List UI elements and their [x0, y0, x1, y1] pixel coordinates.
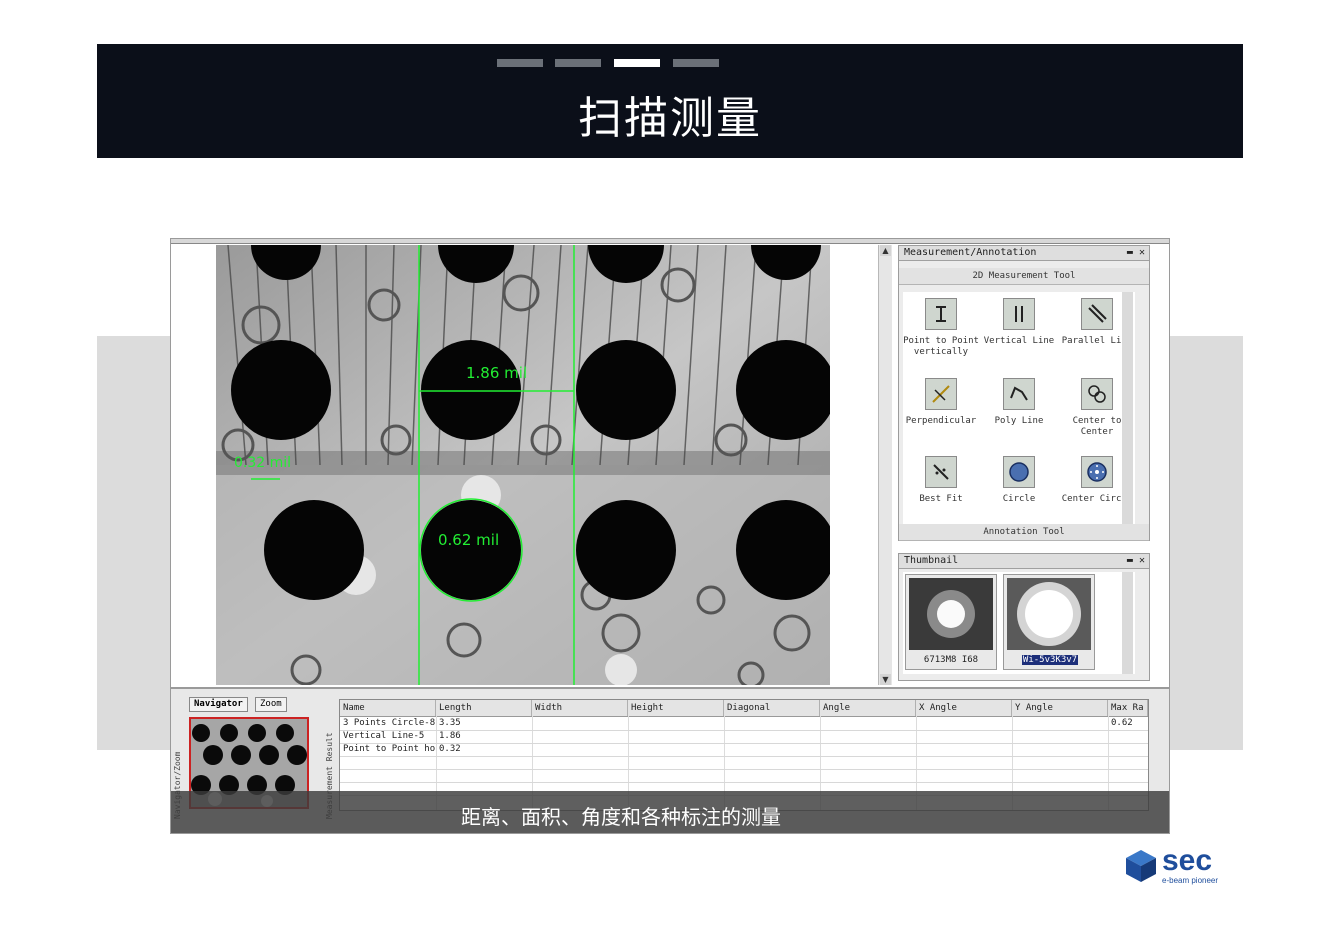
thumbnail-panel: Thumbnail ▬ ✕ 6713M8 I68 Wi-5v3K3v7	[898, 553, 1150, 681]
panel-title: Measurement/Annotation ▬ ✕	[899, 246, 1149, 261]
tool-poly-line[interactable]: Poly Line	[981, 372, 1057, 450]
table-row[interactable]: Point to Point ho... 0.32	[340, 743, 1148, 757]
logo-word: sec	[1162, 844, 1213, 877]
panel-controls: ▬ ✕	[1127, 554, 1145, 568]
tool-label: Perpendicular	[905, 416, 977, 426]
close-icon[interactable]: ✕	[1139, 247, 1145, 258]
measure-label-circle: 0.62 mil	[438, 531, 499, 549]
table-row-empty	[340, 756, 1148, 770]
column-header[interactable]: X Angle	[916, 700, 1012, 716]
tool-point-to-point[interactable]: Point to Point vertically	[903, 292, 979, 370]
table-cell: 3 Points Circle-8	[343, 718, 436, 728]
logo-cube-icon	[1126, 850, 1156, 882]
table-cell: 1.86	[439, 731, 461, 741]
table-row-empty	[340, 769, 1148, 783]
thumbnail-image	[909, 578, 993, 650]
column-header[interactable]: Height	[628, 700, 724, 716]
tab-zoom[interactable]: Zoom	[255, 697, 287, 712]
annotation-tool-header[interactable]: Annotation Tool	[899, 524, 1149, 541]
column-header[interactable]: Width	[532, 700, 628, 716]
close-icon[interactable]: ✕	[1139, 555, 1145, 566]
slide-header: 扫描测量	[97, 44, 1243, 158]
table-row[interactable]: Vertical Line-5 1.86	[340, 730, 1148, 744]
slide-title: 扫描测量	[578, 93, 762, 144]
tool-best-fit[interactable]: Best Fit	[903, 450, 979, 528]
image-vertical-scrollbar[interactable]: ▲ ▼	[878, 245, 892, 685]
table-cell: Point to Point ho...	[343, 744, 436, 754]
measure-label-distance: 0.32 mil	[234, 455, 291, 471]
minimize-icon[interactable]: ▬	[1127, 555, 1133, 566]
page-dot-2	[555, 59, 601, 67]
panel-title-text: Thumbnail	[904, 555, 959, 566]
vertical-line-icon	[1003, 298, 1035, 330]
caption-bar: 距离、面积、角度和各种标注的测量	[171, 791, 1169, 833]
window-top-edge	[171, 239, 1169, 244]
logo-tagline: e-beam pioneer	[1162, 876, 1219, 885]
thumbnail-list: 6713M8 I68 Wi-5v3K3v7	[903, 572, 1135, 674]
column-header[interactable]: Name	[340, 700, 436, 716]
tool-label: Vertical Line	[983, 336, 1055, 346]
thumbnail-item[interactable]: 6713M8 I68	[905, 574, 997, 670]
thumbnail-caption: 6713M8 I68	[923, 655, 979, 665]
measurement-annotation-panel: Measurement/Annotation ▬ ✕ 2D Measuremen…	[898, 245, 1150, 541]
point-to-point-icon	[925, 298, 957, 330]
table-cell: 0.62	[1111, 718, 1133, 728]
sec-logo: sec e-beam pioneer	[1124, 844, 1228, 888]
tool-label: Point to Point vertically	[903, 336, 979, 357]
xray-image: 1.86 mil 0.32 mil 0.62 mil	[216, 245, 830, 685]
table-cell: Vertical Line-5	[343, 731, 425, 741]
column-header[interactable]: Angle	[820, 700, 916, 716]
thumbnail-scrollbar[interactable]	[1122, 572, 1133, 674]
measure-label-length: 1.86 mil	[466, 364, 527, 382]
center-circle-icon	[1081, 456, 1113, 488]
page-dot-3-active	[614, 59, 660, 67]
software-screenshot: 1.86 mil 0.32 mil 0.62 mil ▲ ▼ Measureme…	[170, 238, 1170, 834]
panel-title-text: Measurement/Annotation	[904, 247, 1037, 258]
table-row[interactable]: 3 Points Circle-8 3.35 0.62	[340, 717, 1148, 731]
table-cell: 3.35	[439, 718, 461, 728]
tab-navigator[interactable]: Navigator	[189, 697, 248, 712]
measurement-tool-header[interactable]: 2D Measurement Tool	[899, 268, 1149, 285]
page-dot-4	[673, 59, 719, 67]
tool-label: Circle	[1002, 494, 1036, 504]
tool-scrollbar[interactable]	[1122, 292, 1133, 524]
tool-label: Best Fit	[919, 494, 963, 504]
xray-image-view[interactable]: 1.86 mil 0.32 mil 0.62 mil	[216, 245, 830, 685]
polyline-icon	[1003, 378, 1035, 410]
thumbnail-image	[1007, 578, 1091, 650]
caption-text: 距离、面积、角度和各种标注的测量	[461, 805, 781, 829]
tool-label: Poly Line	[994, 416, 1044, 426]
perpendicular-icon	[925, 378, 957, 410]
thumbnail-caption: Wi-5v3K3v7	[1022, 655, 1078, 665]
table-cell: 0.32	[439, 744, 461, 754]
tool-vertical-line[interactable]: Vertical Line	[981, 292, 1057, 370]
page-dot-1	[497, 59, 543, 67]
circle-icon	[1003, 456, 1035, 488]
minimize-icon[interactable]: ▬	[1127, 247, 1133, 258]
scroll-down-arrow-icon[interactable]: ▼	[880, 674, 891, 685]
table-header: Name Length Width Height Diagonal Angle …	[340, 700, 1148, 717]
scroll-up-arrow-icon[interactable]: ▲	[880, 245, 891, 256]
measurement-tool-grid: Point to Point vertically Vertical Line …	[903, 292, 1135, 524]
center-to-center-icon	[1081, 378, 1113, 410]
thumbnail-item-selected[interactable]: Wi-5v3K3v7	[1003, 574, 1095, 670]
panel-controls: ▬ ✕	[1127, 246, 1145, 260]
tool-circle[interactable]: Circle	[981, 450, 1057, 528]
column-header[interactable]: Diagonal	[724, 700, 820, 716]
tool-perpendicular[interactable]: Perpendicular	[903, 372, 979, 450]
column-header[interactable]: Max Ra	[1108, 700, 1148, 716]
column-header[interactable]: Length	[436, 700, 532, 716]
parallel-line-icon	[1081, 298, 1113, 330]
column-header[interactable]: Y Angle	[1012, 700, 1108, 716]
panel-title: Thumbnail ▬ ✕	[899, 554, 1149, 569]
best-fit-icon	[925, 456, 957, 488]
